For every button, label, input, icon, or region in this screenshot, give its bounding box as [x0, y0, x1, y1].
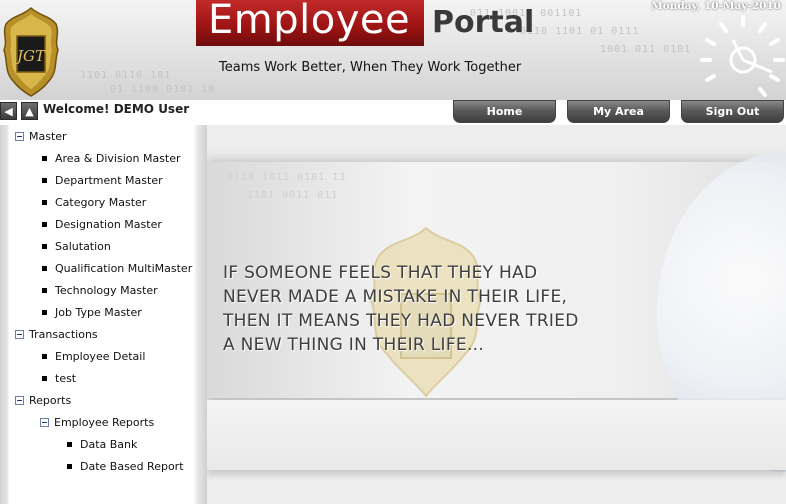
sidebar-item-label: Technology Master — [55, 284, 158, 297]
bullet-icon — [42, 287, 47, 293]
sidebar-item-label: Designation Master — [55, 218, 162, 231]
tab-sign-out[interactable]: Sign Out — [681, 100, 784, 123]
tab-my-area[interactable]: My Area — [567, 100, 670, 123]
sidebar-item-salutation[interactable]: Salutation — [42, 238, 111, 256]
binary-pattern: 1101 0110 101 — [80, 70, 172, 81]
collapse-toggle-icon[interactable] — [15, 395, 24, 405]
bullet-icon — [42, 265, 47, 271]
svg-text:JGT: JGT — [14, 47, 46, 65]
binary-pattern: 0110 1101 01 0111 — [520, 26, 640, 37]
bullet-icon — [67, 463, 72, 469]
sidebar-item-area-division-master[interactable]: Area & Division Master — [42, 150, 181, 168]
tree-node-employee-reports[interactable]: Employee Reports — [40, 414, 154, 432]
sidebar-tree-menu: Master Area & Division Master Department… — [0, 125, 207, 504]
bullet-icon — [42, 375, 47, 381]
employee-portal-page: 0101 1011 0110 011 10011 001101 0110 110… — [0, 0, 786, 504]
jgt-crest-logo-icon: JGT — [3, 6, 59, 97]
sidebar-item-label: Date Based Report — [80, 460, 184, 473]
sidebar-item-label: Qualification MultiMaster — [55, 262, 193, 275]
quote-line: THEN IT MEANS THEY HAD NEVER TRIED — [223, 311, 579, 331]
tree-node-reports[interactable]: Reports — [15, 392, 71, 410]
bullet-icon — [42, 155, 47, 161]
collapse-toggle-icon[interactable] — [40, 417, 49, 427]
binary-pattern: 1101 0011 011 — [247, 190, 339, 201]
collapse-toggle-icon[interactable] — [15, 329, 24, 339]
sidebar-item-label: Area & Division Master — [55, 152, 181, 165]
top-navigation-bar: ◀ ▲ Welcome! DEMO User Home My Area Sign… — [0, 100, 786, 125]
tab-home[interactable]: Home — [453, 100, 556, 123]
binary-pattern: 1001 011 0101 — [600, 44, 692, 55]
bullet-icon — [67, 441, 72, 447]
sidebar-item-label: Salutation — [55, 240, 111, 253]
sidebar-item-data-bank[interactable]: Data Bank — [67, 436, 137, 454]
collapse-toggle-icon[interactable] — [15, 131, 24, 141]
clock-icon — [700, 15, 785, 97]
sidebar-item-qualification-multimaster[interactable]: Qualification MultiMaster — [42, 260, 192, 278]
sidebar-item-date-based-report[interactable]: Date Based Report — [67, 458, 184, 476]
tree-node-label: Transactions — [29, 328, 98, 341]
portal-header: 0101 1011 0110 011 10011 001101 0110 110… — [0, 0, 786, 100]
sidebar-item-department-master[interactable]: Department Master — [42, 172, 163, 190]
sidebar-item-label: Employee Detail — [55, 350, 146, 363]
sidebar-item-label: Category Master — [55, 196, 147, 209]
portal-tagline: Teams Work Better, When They Work Togeth… — [219, 60, 522, 75]
tree-node-transactions[interactable]: Transactions — [15, 326, 98, 344]
quote-line: NEVER MADE A MISTAKE IN THEIR LIFE, — [223, 287, 568, 307]
bullet-icon — [42, 199, 47, 205]
bullet-icon — [42, 221, 47, 227]
bullet-icon — [42, 177, 47, 183]
binary-pattern: 0110 1011 0101 11 — [227, 172, 347, 183]
sidebar-item-category-master[interactable]: Category Master — [42, 194, 146, 212]
sidebar-item-technology-master[interactable]: Technology Master — [42, 282, 158, 300]
welcome-message: Welcome! DEMO User — [43, 102, 190, 116]
sidebar-item-employee-detail[interactable]: Employee Detail — [42, 348, 145, 366]
bullet-icon — [42, 353, 47, 359]
motivational-quote: IF SOMEONE FEELS THAT THEY HAD NEVER MAD… — [223, 261, 653, 357]
tree-node-label: Employee Reports — [54, 416, 155, 429]
tree-node-master[interactable]: Master — [15, 128, 67, 146]
portal-title-part2: Portal — [432, 5, 535, 40]
bullet-icon — [42, 309, 47, 315]
sidebar-item-job-type-master[interactable]: Job Type Master — [42, 304, 142, 322]
tree-node-label: Master — [29, 130, 67, 143]
quote-banner: 0110 1011 0101 11 1101 0011 011 IF SOMEO… — [207, 152, 786, 472]
sidebar-item-label: Job Type Master — [55, 306, 142, 319]
sidebar-item-label: Department Master — [55, 174, 163, 187]
sidebar-item-label: Data Bank — [80, 438, 138, 451]
content-panel-lower — [207, 400, 786, 470]
portal-title-part1: Employee — [208, 0, 411, 43]
binary-pattern: 01 1100 0101 10 — [110, 84, 216, 95]
main-content-area: 0110 1011 0101 11 1101 0011 011 IF SOMEO… — [207, 125, 786, 504]
back-arrow-icon[interactable]: ◀ — [0, 102, 17, 120]
up-arrow-icon[interactable]: ▲ — [21, 102, 38, 120]
quote-line: IF SOMEONE FEELS THAT THEY HAD — [223, 263, 538, 283]
quote-line: A NEW THING IN THEIR LIFE... — [223, 335, 485, 355]
sidebar-item-label: test — [55, 372, 77, 385]
tree-node-label: Reports — [29, 394, 72, 407]
bullet-icon — [42, 243, 47, 249]
sidebar-item-test[interactable]: test — [42, 370, 76, 388]
sidebar-item-designation-master[interactable]: Designation Master — [42, 216, 162, 234]
